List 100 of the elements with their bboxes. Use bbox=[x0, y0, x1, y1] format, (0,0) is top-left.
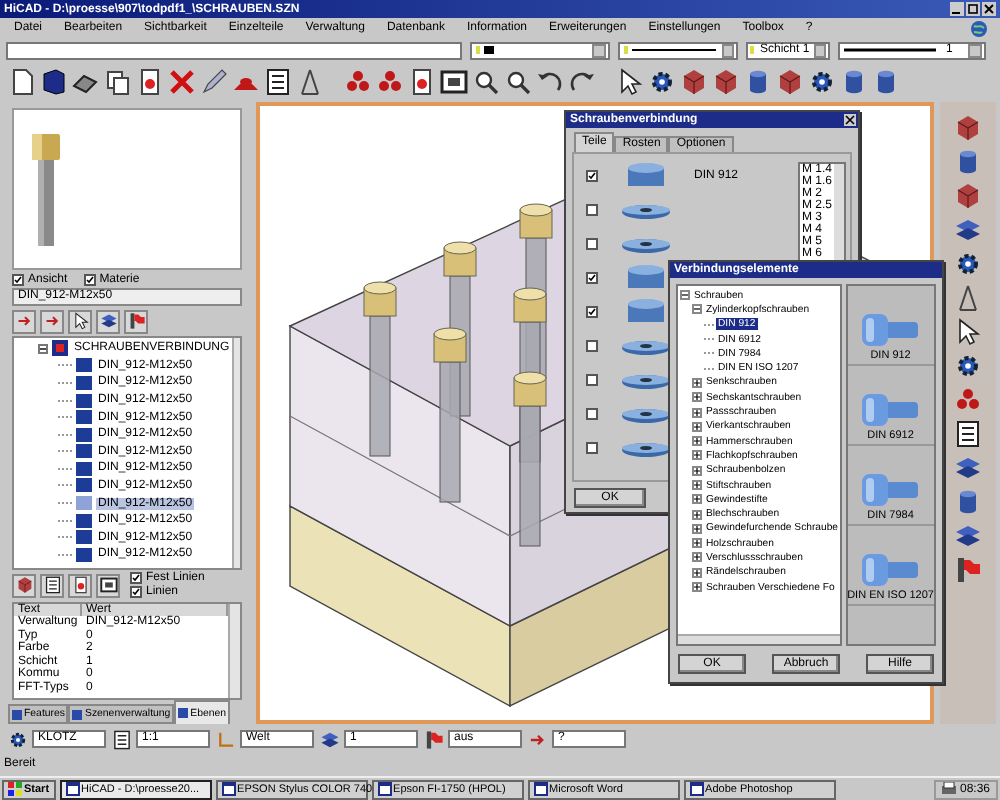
spheres-icon[interactable] bbox=[954, 386, 982, 414]
line-sample-icon bbox=[622, 44, 718, 56]
expand-icon[interactable] bbox=[692, 494, 702, 505]
redo-icon[interactable] bbox=[568, 68, 596, 96]
line-type-dropdown[interactable] bbox=[618, 41, 738, 59]
checkbox[interactable] bbox=[586, 339, 598, 351]
cube-icon[interactable] bbox=[712, 68, 740, 96]
frame-button[interactable] bbox=[96, 573, 120, 598]
expand-icon[interactable] bbox=[692, 450, 702, 461]
cylinder-icon[interactable] bbox=[744, 68, 772, 96]
cube-icon[interactable] bbox=[776, 68, 804, 96]
checkbox[interactable] bbox=[130, 586, 142, 599]
gear-icon[interactable] bbox=[954, 352, 982, 380]
magnifier-icon[interactable] bbox=[472, 68, 500, 96]
cylinder-icon[interactable] bbox=[954, 148, 982, 176]
collapse-icon[interactable] bbox=[38, 343, 48, 354]
gear-icon[interactable] bbox=[648, 68, 676, 96]
square-icon bbox=[12, 709, 22, 719]
pencil-icon[interactable] bbox=[200, 68, 228, 96]
expand-icon[interactable] bbox=[692, 552, 702, 563]
cylinder-icon[interactable] bbox=[840, 68, 868, 96]
checkbox[interactable] bbox=[586, 237, 598, 249]
layers-icon[interactable] bbox=[954, 522, 982, 550]
checkbox[interactable] bbox=[586, 169, 598, 181]
page-button[interactable] bbox=[68, 573, 92, 598]
cube-button[interactable] bbox=[12, 573, 36, 598]
gear-icon[interactable] bbox=[8, 729, 28, 749]
magnifier-icon[interactable] bbox=[504, 68, 532, 96]
screw-icon bbox=[860, 310, 921, 350]
cube-icon[interactable] bbox=[954, 114, 982, 142]
copy-icon[interactable] bbox=[104, 68, 132, 96]
spheres-icon[interactable] bbox=[376, 68, 404, 96]
minimize-icon[interactable] bbox=[950, 2, 964, 16]
close-icon[interactable] bbox=[844, 114, 856, 126]
scrollbar[interactable] bbox=[231, 337, 240, 568]
screw-icon bbox=[860, 470, 921, 510]
expand-icon[interactable] bbox=[692, 465, 702, 476]
frame-icon[interactable] bbox=[440, 68, 468, 96]
checkbox[interactable] bbox=[586, 373, 598, 385]
layers-button[interactable] bbox=[96, 309, 120, 333]
flag-icon[interactable] bbox=[424, 729, 444, 749]
expand-icon[interactable] bbox=[692, 436, 702, 447]
gear-icon[interactable] bbox=[954, 250, 982, 278]
screw-icon bbox=[860, 550, 921, 590]
layers-icon[interactable] bbox=[954, 216, 982, 244]
square-icon bbox=[72, 709, 83, 719]
checkbox[interactable] bbox=[83, 274, 96, 287]
assembly-icon bbox=[52, 340, 68, 357]
checkbox[interactable] bbox=[586, 407, 598, 419]
cube-icon[interactable] bbox=[680, 68, 708, 96]
cube-icon[interactable] bbox=[954, 182, 982, 210]
scrollbar[interactable] bbox=[228, 603, 240, 698]
expand-icon[interactable] bbox=[692, 392, 702, 403]
checkbox[interactable] bbox=[586, 441, 598, 453]
cursor-icon[interactable] bbox=[954, 318, 982, 346]
expand-icon[interactable] bbox=[692, 407, 702, 418]
expand-icon[interactable] bbox=[692, 538, 702, 549]
flag-button[interactable] bbox=[124, 309, 148, 333]
maximize-icon[interactable] bbox=[966, 2, 980, 16]
layers-icon[interactable] bbox=[954, 454, 982, 482]
page-icon[interactable] bbox=[408, 68, 436, 96]
arrow-icon[interactable] bbox=[528, 729, 548, 749]
checkbox[interactable] bbox=[586, 203, 598, 215]
cursor-icon[interactable] bbox=[616, 68, 644, 96]
cylinder-icon[interactable] bbox=[872, 68, 900, 96]
color-dropdown[interactable] bbox=[470, 41, 610, 59]
spheres-icon[interactable] bbox=[344, 68, 372, 96]
checkbox[interactable] bbox=[586, 271, 598, 283]
expand-icon[interactable] bbox=[692, 421, 702, 432]
expand-icon[interactable] bbox=[692, 377, 702, 388]
layers-icon[interactable] bbox=[320, 729, 340, 749]
printer-icon bbox=[941, 782, 956, 796]
expand-icon[interactable] bbox=[692, 509, 702, 520]
frame-icon bbox=[99, 576, 117, 595]
arrow-icon bbox=[43, 312, 61, 330]
arrow-button[interactable] bbox=[12, 309, 36, 333]
command-field[interactable] bbox=[6, 41, 462, 59]
checkbox[interactable] bbox=[130, 572, 142, 585]
flag-icon[interactable] bbox=[954, 556, 982, 584]
globe-icon bbox=[970, 19, 988, 37]
flag-icon bbox=[127, 312, 145, 330]
undo-icon[interactable] bbox=[536, 68, 564, 96]
collapse-icon[interactable] bbox=[680, 290, 690, 301]
screw-drawing bbox=[30, 129, 62, 250]
document-icon[interactable] bbox=[8, 68, 36, 96]
expand-icon[interactable] bbox=[692, 567, 702, 578]
checkbox[interactable] bbox=[12, 274, 24, 287]
cylinder-icon[interactable] bbox=[954, 488, 982, 516]
close-icon[interactable] bbox=[982, 2, 996, 16]
expand-icon[interactable] bbox=[692, 523, 702, 534]
collapse-icon[interactable] bbox=[692, 304, 702, 315]
gear-icon[interactable] bbox=[808, 68, 836, 96]
arrow-button[interactable] bbox=[40, 309, 64, 333]
expand-icon[interactable] bbox=[692, 480, 702, 490]
window-icon bbox=[533, 782, 548, 796]
page-icon[interactable] bbox=[136, 68, 164, 96]
checkbox[interactable] bbox=[586, 305, 598, 317]
cursor-button[interactable] bbox=[68, 309, 92, 333]
expand-icon[interactable] bbox=[692, 582, 702, 593]
scrollbar[interactable] bbox=[678, 634, 840, 644]
